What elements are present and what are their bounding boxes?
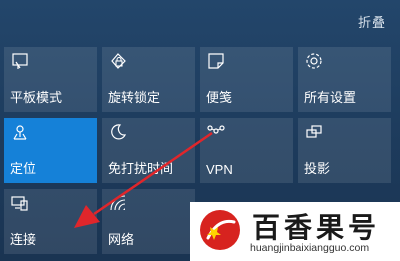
tile-label: 平板模式 — [10, 90, 63, 105]
tile-label: VPN — [206, 162, 233, 177]
watermark-url: huangjinbaixiangguo.com — [250, 242, 370, 254]
tile-note[interactable]: 便笺 — [200, 47, 293, 112]
tile-location[interactable]: 定位 — [4, 118, 97, 183]
brand-logo-icon — [200, 210, 240, 250]
tile-vpn[interactable]: VPN — [200, 118, 293, 183]
note-icon — [206, 51, 226, 71]
location-icon — [10, 122, 30, 142]
tile-label: 便笺 — [206, 90, 233, 105]
tablet-mode-icon — [10, 51, 30, 71]
watermark-title: 百香果号 — [252, 211, 381, 244]
tile-label: 连接 — [10, 232, 37, 247]
tile-quiet-hours[interactable]: 免打扰时间 — [102, 118, 195, 183]
tile-all-settings[interactable]: 所有设置 — [298, 47, 391, 112]
tile-rotation-lock[interactable]: 旋转锁定 — [102, 47, 195, 112]
tile-label: 定位 — [10, 161, 37, 176]
tile-connect[interactable]: 连接 — [4, 189, 97, 254]
tile-label: 免打扰时间 — [108, 161, 174, 176]
tile-network[interactable]: 网络 — [102, 189, 195, 254]
network-icon — [108, 193, 128, 213]
collapse-button[interactable]: 折叠 — [358, 12, 386, 31]
moon-icon — [108, 122, 128, 142]
rotation-lock-icon — [108, 51, 128, 71]
project-icon — [304, 122, 324, 142]
tile-project[interactable]: 投影 — [298, 118, 391, 183]
vpn-icon — [206, 122, 226, 142]
watermark-badge: 百香果号 huangjinbaixiangguo.com — [190, 202, 400, 261]
gear-icon — [304, 51, 324, 71]
connect-icon — [10, 193, 30, 213]
tile-label: 旋转锁定 — [108, 90, 161, 105]
tile-label: 投影 — [304, 161, 331, 176]
tile-label: 所有设置 — [304, 90, 357, 105]
tile-tablet-mode[interactable]: 平板模式 — [4, 47, 97, 112]
tile-label: 网络 — [108, 232, 135, 247]
